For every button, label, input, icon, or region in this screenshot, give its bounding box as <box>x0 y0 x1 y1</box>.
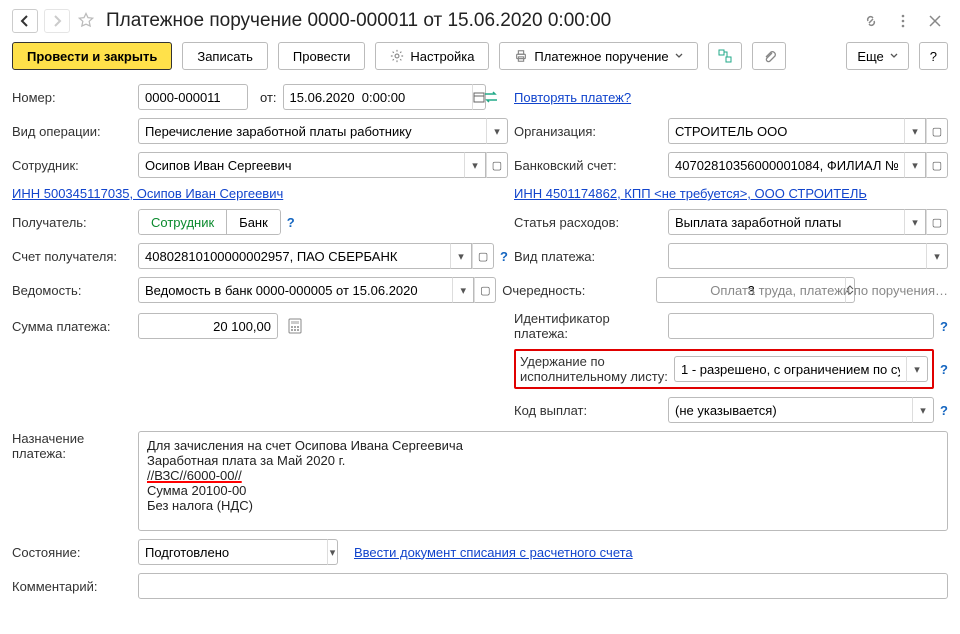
save-button[interactable]: Записать <box>182 42 268 70</box>
ident-input[interactable] <box>668 313 934 339</box>
seg-employee-button[interactable]: Сотрудник <box>138 209 226 235</box>
nav-back-button[interactable] <box>12 9 38 33</box>
structure-icon <box>717 48 733 64</box>
recipient-help[interactable]: ? <box>287 215 295 230</box>
print-label: Платежное поручение <box>534 49 668 64</box>
org-dropdown[interactable]: ▾ <box>904 118 926 144</box>
inn-employee-link[interactable]: ИНН 500345117035, Осипов Иван Сергеевич <box>12 186 283 201</box>
printer-icon <box>514 49 528 63</box>
calculator-icon[interactable] <box>288 318 302 334</box>
pay-type-input[interactable] <box>668 243 926 269</box>
paperclip-icon <box>761 48 777 64</box>
label-withholding: Удержание по исполнительному листу: <box>520 354 668 384</box>
withholding-highlight: Удержание по исполнительному листу: ▾ <box>514 349 934 389</box>
org-input[interactable] <box>668 118 904 144</box>
org-open[interactable]: ▢ <box>926 118 948 144</box>
label-pay-type: Вид платежа: <box>514 249 662 264</box>
purpose-line3: //ВЗС//6000-00// <box>147 468 242 483</box>
enter-writeoff-link[interactable]: Ввести документ списания с расчетного сч… <box>354 545 633 560</box>
bank-acc-dropdown[interactable]: ▾ <box>904 152 926 178</box>
pay-type-dropdown[interactable]: ▾ <box>926 243 948 269</box>
dropdown-caret-icon <box>675 52 683 60</box>
comment-input[interactable] <box>138 573 948 599</box>
seg-bank-button[interactable]: Банк <box>226 209 281 235</box>
post-button[interactable]: Провести <box>278 42 366 70</box>
setup-label: Настройка <box>410 49 474 64</box>
label-from: от: <box>260 90 277 105</box>
more-button[interactable]: Еще <box>846 42 908 70</box>
purpose-line2: Заработная плата за Май 2020 г. <box>147 453 939 468</box>
date-input[interactable] <box>283 84 472 110</box>
help-button[interactable]: ? <box>919 42 948 70</box>
repeat-payment-link[interactable]: Повторять платеж? <box>514 90 631 105</box>
recipient-acc-help[interactable]: ? <box>500 249 508 264</box>
label-ident: Идентификатор платежа: <box>514 311 662 341</box>
sum-input[interactable] <box>138 313 278 339</box>
op-type-dropdown[interactable]: ▾ <box>486 118 508 144</box>
link-icon[interactable] <box>858 8 884 34</box>
label-expense-item: Статья расходов: <box>514 215 662 230</box>
label-bank-acc: Банковский счет: <box>514 158 662 173</box>
vedomost-dropdown[interactable]: ▾ <box>452 277 474 303</box>
recipient-acc-dropdown[interactable]: ▾ <box>450 243 472 269</box>
label-sum: Сумма платежа: <box>12 319 132 334</box>
status-input[interactable] <box>138 539 327 565</box>
star-icon[interactable] <box>76 11 96 31</box>
gear-icon <box>390 49 404 63</box>
label-employee: Сотрудник: <box>12 158 132 173</box>
print-button[interactable]: Платежное поручение <box>499 42 697 70</box>
op-type-input[interactable] <box>138 118 486 144</box>
inn-org-link[interactable]: ИНН 4501174862, КПП <не требуется>, ООО … <box>514 186 867 201</box>
label-status: Состояние: <box>12 545 132 560</box>
number-input[interactable] <box>138 84 248 110</box>
priority-note: Оплата труда, платежи по поручения… <box>710 283 948 298</box>
setup-button[interactable]: Настройка <box>375 42 489 70</box>
nav-forward-button[interactable] <box>44 9 70 33</box>
paycode-input[interactable] <box>668 397 912 423</box>
label-purpose: Назначение платежа: <box>12 431 132 461</box>
withholding-dropdown[interactable]: ▾ <box>906 356 928 382</box>
label-paycode: Код выплат: <box>514 403 662 418</box>
label-op-type: Вид операции: <box>12 124 132 139</box>
paycode-dropdown[interactable]: ▾ <box>912 397 934 423</box>
vedomost-open[interactable]: ▢ <box>474 277 496 303</box>
status-dropdown[interactable]: ▾ <box>327 539 338 565</box>
kebab-menu-icon[interactable] <box>890 8 916 34</box>
purpose-line1: Для зачисления на счет Осипова Ивана Сер… <box>147 438 939 453</box>
expense-item-input[interactable] <box>668 209 904 235</box>
label-recipient: Получатель: <box>12 215 132 230</box>
page-title: Платежное поручение 0000-000011 от 15.06… <box>106 10 852 32</box>
withholding-help[interactable]: ? <box>940 362 948 377</box>
expense-item-dropdown[interactable]: ▾ <box>904 209 926 235</box>
paycode-help[interactable]: ? <box>940 403 948 418</box>
label-priority: Очередность: <box>502 283 650 298</box>
close-icon[interactable] <box>922 8 948 34</box>
label-number: Номер: <box>12 90 132 105</box>
attach-button[interactable] <box>752 42 786 70</box>
label-recipient-acc: Счет получателя: <box>12 249 132 264</box>
purpose-textarea[interactable]: Для зачисления на счет Осипова Ивана Сер… <box>138 431 948 531</box>
recipient-segment: Сотрудник Банк <box>138 209 281 235</box>
purpose-line5: Без налога (НДС) <box>147 498 939 513</box>
bank-acc-input[interactable] <box>668 152 904 178</box>
transfer-icon[interactable] <box>483 90 499 104</box>
label-org: Организация: <box>514 124 662 139</box>
chevron-down-icon <box>890 52 898 60</box>
employee-input[interactable] <box>138 152 464 178</box>
structure-button[interactable] <box>708 42 742 70</box>
recipient-acc-open[interactable]: ▢ <box>472 243 494 269</box>
expense-item-open[interactable]: ▢ <box>926 209 948 235</box>
employee-open[interactable]: ▢ <box>486 152 508 178</box>
employee-dropdown[interactable]: ▾ <box>464 152 486 178</box>
label-comment: Комментарий: <box>12 579 132 594</box>
withholding-input[interactable] <box>674 356 906 382</box>
label-vedomost: Ведомость: <box>12 283 132 298</box>
more-label: Еще <box>857 49 883 64</box>
bank-acc-open[interactable]: ▢ <box>926 152 948 178</box>
purpose-line4: Сумма 20100-00 <box>147 483 939 498</box>
ident-help[interactable]: ? <box>940 319 948 334</box>
post-and-close-button[interactable]: Провести и закрыть <box>12 42 172 70</box>
recipient-acc-input[interactable] <box>138 243 450 269</box>
vedomost-input[interactable] <box>138 277 452 303</box>
